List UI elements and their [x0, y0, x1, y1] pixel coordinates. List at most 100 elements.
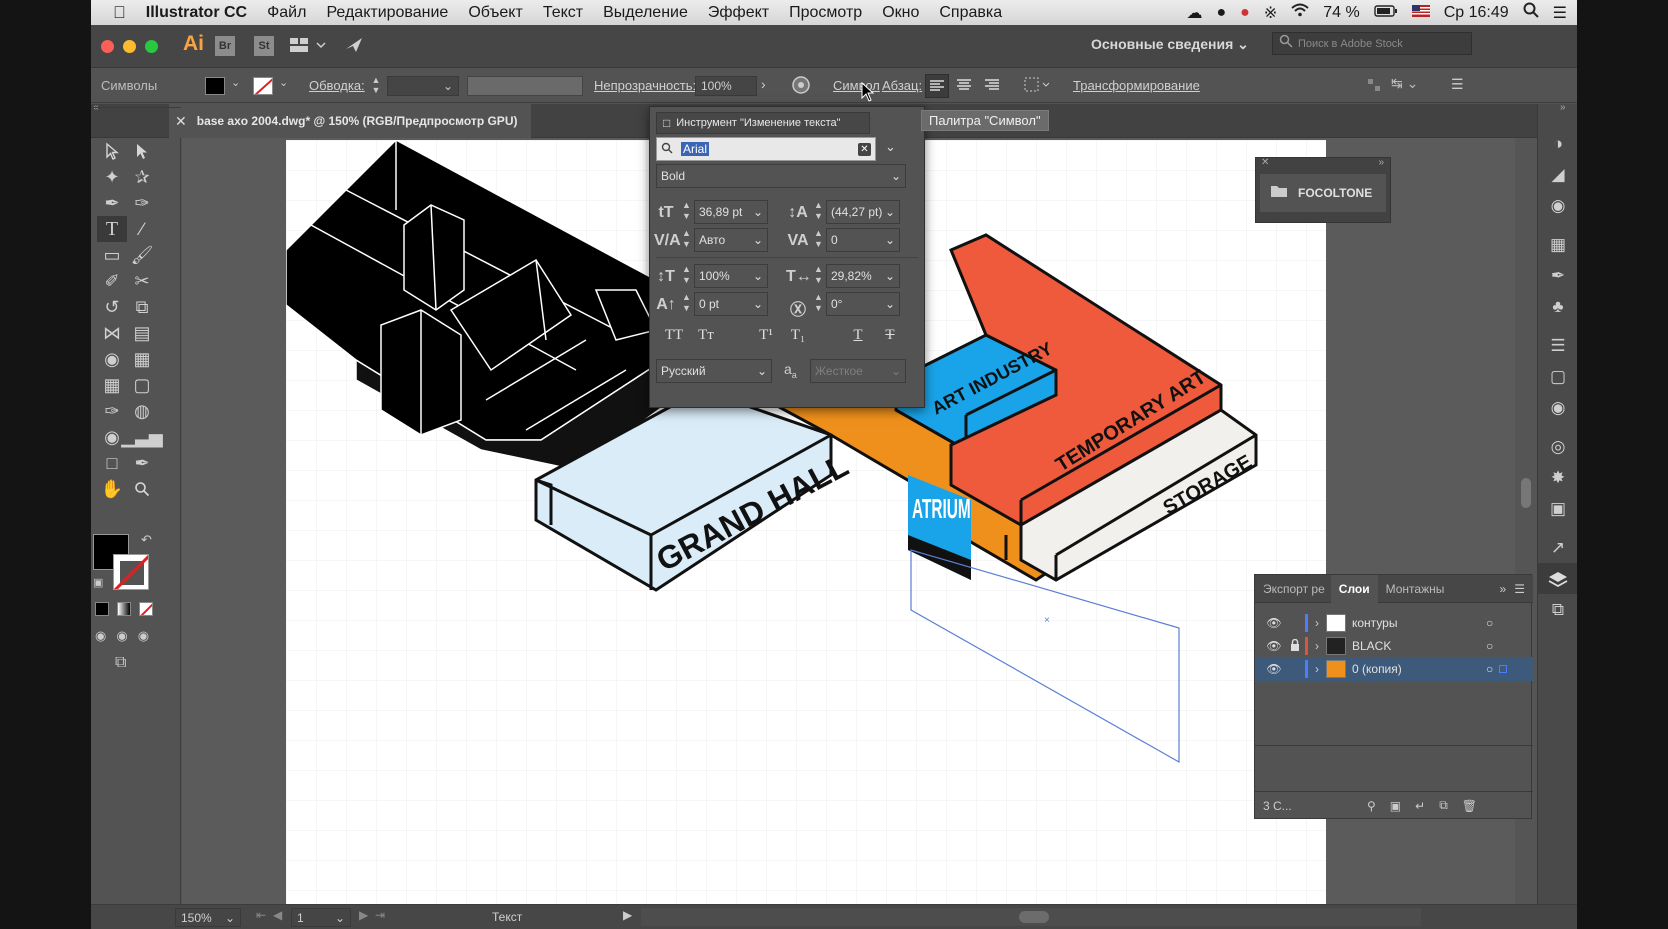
transform-link[interactable]: Трансформирование: [1073, 78, 1200, 93]
creative-cloud-icon[interactable]: ●: [1217, 4, 1227, 22]
close-window-button[interactable]: [101, 40, 114, 53]
draw-inside-icon[interactable]: ◉: [138, 628, 149, 644]
tab-artboards[interactable]: Монтажны: [1378, 582, 1453, 596]
minimize-window-button[interactable]: [123, 40, 136, 53]
gradient-tool-icon[interactable]: ▢: [127, 372, 157, 398]
locate-object-icon[interactable]: ⚲: [1367, 799, 1376, 813]
font-size-field[interactable]: 36,89 pt ⌄: [694, 200, 768, 224]
layer-name[interactable]: контуры: [1352, 616, 1472, 630]
magic-wand-tool-icon[interactable]: ✦: [97, 164, 127, 190]
scale-tool-icon[interactable]: ⧉: [127, 294, 157, 320]
notification-center-icon[interactable]: ☰: [1553, 3, 1567, 23]
shape-builder-tool-icon[interactable]: ◉: [97, 346, 127, 372]
font-family-field[interactable]: Arial ✕: [656, 137, 876, 161]
draw-normal-icon[interactable]: ◉: [95, 628, 106, 644]
font-family-dropdown-icon[interactable]: ⌄: [885, 139, 896, 155]
brushes-panel-icon[interactable]: ✒: [1538, 260, 1577, 291]
menu-effect[interactable]: Эффект: [698, 4, 779, 22]
character-rotation-field[interactable]: 0° ⌄: [826, 292, 900, 316]
fill-swatch[interactable]: [205, 77, 225, 95]
color-mode-icon[interactable]: [95, 602, 109, 616]
default-fill-stroke-icon[interactable]: ▣: [93, 576, 103, 589]
layer-name[interactable]: BLACK: [1352, 639, 1472, 653]
menu-window[interactable]: Окно: [872, 4, 929, 22]
antivirus-icon[interactable]: ●: [1240, 4, 1250, 22]
clipping-mask-icon[interactable]: ▣: [1390, 799, 1401, 813]
stroke-panel-icon[interactable]: ☰: [1538, 330, 1577, 361]
pen-tool-icon[interactable]: ✒: [97, 190, 127, 216]
superscript-button[interactable]: T¹: [750, 327, 782, 344]
layers-panel-icon[interactable]: [1538, 563, 1577, 594]
target-circle-icon[interactable]: ○: [1486, 662, 1493, 676]
new-sublayer-icon[interactable]: ↵: [1415, 799, 1425, 813]
horizontal-scale-stepper[interactable]: ▲ ▼: [814, 264, 823, 286]
wifi-icon[interactable]: [1291, 3, 1309, 22]
lock-icon[interactable]: [1285, 638, 1305, 654]
menu-file[interactable]: Файл: [257, 4, 316, 22]
new-layer-icon[interactable]: ⧉: [1439, 798, 1448, 813]
symbols-panel-icon[interactable]: ♣: [1538, 291, 1577, 322]
menu-edit[interactable]: Редактирование: [316, 4, 458, 22]
subscript-button[interactable]: T₁: [782, 327, 814, 344]
more-tabs-icon[interactable]: »: [1500, 582, 1515, 596]
line-segment-tool-icon[interactable]: ∕: [127, 216, 157, 242]
visibility-eye-icon[interactable]: 👁: [1263, 662, 1285, 676]
anti-alias-select[interactable]: Жесткое ⌄: [810, 359, 906, 383]
free-transform-tool-icon[interactable]: ▤: [127, 320, 157, 346]
swatches-panel-icon[interactable]: ▦: [1538, 229, 1577, 260]
bridge-button[interactable]: Br: [215, 36, 235, 56]
align-center-button[interactable]: [953, 74, 977, 98]
perspective-grid-tool-icon[interactable]: ▦: [127, 346, 157, 372]
stroke-color-box[interactable]: [113, 554, 149, 590]
expand-layer-icon[interactable]: ›: [1308, 639, 1326, 653]
artboard-tool-icon[interactable]: □: [97, 450, 127, 476]
kerning-field[interactable]: Авто ⌄: [694, 228, 768, 252]
leading-field[interactable]: (44,27 pt) ⌄: [826, 200, 900, 224]
layer-row[interactable]: 👁 › контуры ○: [1255, 611, 1533, 635]
isolate-group-icon[interactable]: [1366, 77, 1382, 96]
direct-selection-tool-icon[interactable]: [127, 138, 157, 164]
last-artboard-icon[interactable]: ⇥: [375, 908, 385, 922]
stock-button[interactable]: St: [254, 36, 274, 56]
rotate-tool-icon[interactable]: ↺: [97, 294, 127, 320]
zoom-window-button[interactable]: [145, 40, 158, 53]
none-mode-icon[interactable]: [139, 602, 153, 616]
bluetooth-icon[interactable]: ※: [1264, 3, 1277, 23]
paintbrush-tool-icon[interactable]: 🖌: [127, 242, 157, 268]
layer-row[interactable]: 👁 › BLACK ○: [1255, 634, 1533, 658]
small-caps-button[interactable]: Tт: [690, 327, 722, 344]
stroke-weight-field[interactable]: ⌄: [387, 76, 459, 96]
layer-row-selected[interactable]: 👁 › 0 (копия) ○: [1255, 657, 1533, 681]
stock-search-box[interactable]: Поиск в Adobe Stock: [1272, 32, 1472, 55]
visibility-eye-icon[interactable]: 👁: [1263, 616, 1285, 630]
leading-stepper[interactable]: ▲ ▼: [814, 200, 823, 222]
clock[interactable]: Ср 16:49: [1444, 4, 1509, 22]
close-panel-icon[interactable]: ✕: [1261, 157, 1269, 168]
artboards-panel-icon[interactable]: ⧉: [1538, 594, 1577, 625]
width-tool-icon[interactable]: ⋈: [97, 320, 127, 346]
clear-font-icon[interactable]: ✕: [858, 142, 871, 156]
collapse-dock-icon[interactable]: »: [1560, 102, 1566, 113]
visibility-eye-icon[interactable]: 👁: [1263, 639, 1285, 653]
eyedropper-tool-icon[interactable]: ✑: [97, 398, 127, 424]
spotlight-icon[interactable]: [1523, 2, 1539, 23]
target-circle-icon[interactable]: ○: [1486, 639, 1493, 653]
cloud-icon[interactable]: ☁: [1187, 3, 1203, 23]
menu-type[interactable]: Текст: [533, 4, 593, 22]
swap-fill-stroke-icon[interactable]: ↶: [141, 532, 152, 548]
battery-icon[interactable]: [1374, 4, 1398, 22]
tab-asset-export[interactable]: Экспорт ре: [1255, 582, 1331, 596]
layers-menu-icon[interactable]: ☰: [1514, 582, 1533, 596]
horizontal-scale-field[interactable]: 29,82% ⌄: [826, 264, 900, 288]
opacity-chevron-icon[interactable]: ›: [761, 76, 766, 92]
shaper-tool-icon[interactable]: ✐: [97, 268, 127, 294]
recolor-icon[interactable]: ◉: [1538, 190, 1577, 221]
hand-tool-icon[interactable]: ✋: [97, 476, 127, 502]
tracking-field[interactable]: 0 ⌄: [826, 228, 900, 252]
appearance-panel-icon[interactable]: ◎: [1538, 431, 1577, 462]
underline-button[interactable]: T: [842, 327, 874, 344]
vertical-scroll-thumb[interactable]: [1521, 478, 1531, 508]
arrange-documents-icon[interactable]: [289, 35, 329, 60]
fill-dropdown-icon[interactable]: ⌄: [231, 76, 240, 89]
stroke-swatch[interactable]: [253, 77, 273, 95]
